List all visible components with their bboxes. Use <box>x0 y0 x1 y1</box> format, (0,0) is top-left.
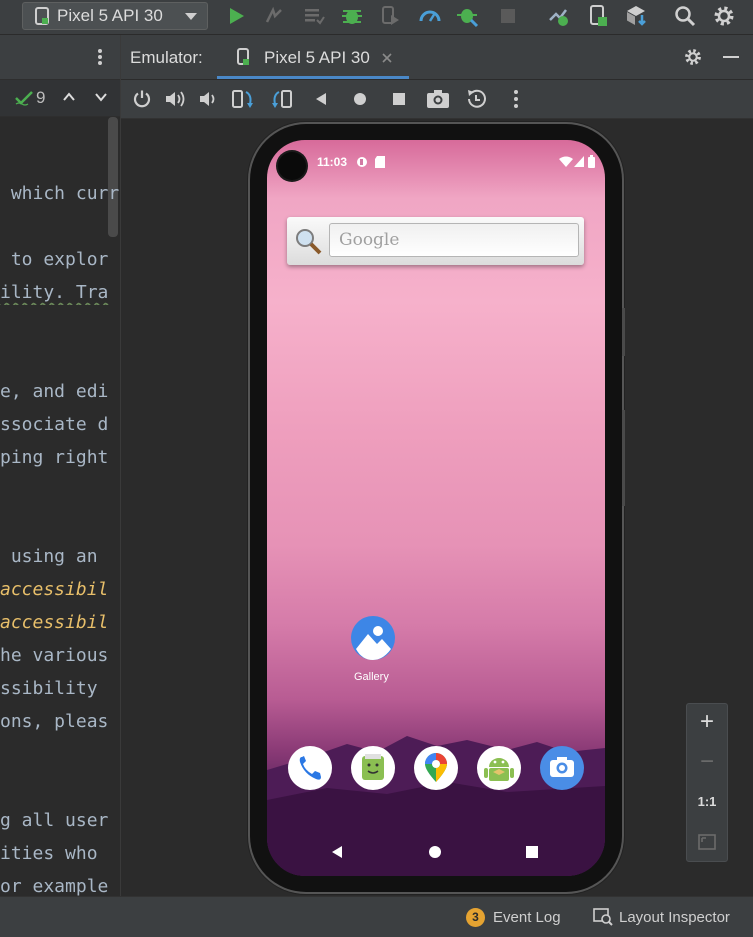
attach-debugger-icon[interactable] <box>378 4 402 28</box>
device-icon <box>35 7 49 25</box>
code-line: ssociate d <box>0 414 109 435</box>
tab-pixel-5[interactable]: Pixel 5 API 30 <box>217 35 409 79</box>
search-input[interactable]: Google <box>329 223 579 257</box>
code-line: g all user <box>0 810 109 831</box>
search-icon <box>296 229 322 255</box>
editor-scrollbar[interactable] <box>108 117 118 237</box>
check-icon <box>15 91 33 106</box>
code-line: ities who <box>0 843 98 864</box>
home-icon[interactable] <box>353 92 367 106</box>
apply-code-icon[interactable] <box>302 4 326 28</box>
zoom-controls: + − 1:1 <box>686 703 728 862</box>
code-line: ility. Tra <box>0 282 109 303</box>
profiler-icon[interactable] <box>418 4 442 28</box>
emulator-controls <box>121 80 753 119</box>
main-toolbar: Pixel 5 API 30 <box>0 0 753 35</box>
event-log-button[interactable]: 3 Event Log <box>466 905 561 929</box>
find-bar: 9 <box>0 80 120 117</box>
sdk-manager-icon[interactable] <box>624 4 648 28</box>
gallery-label: Gallery <box>354 671 389 683</box>
wifi-icon <box>559 156 573 167</box>
chevron-down-icon <box>185 13 197 20</box>
nav-back-icon[interactable] <box>330 845 344 859</box>
editor-panel: 9 which curr to explor ility. Tra e, and… <box>0 35 121 897</box>
snapshot-icon[interactable] <box>465 88 487 110</box>
zoom-actual-size-button[interactable]: 1:1 <box>687 794 727 809</box>
chevron-up-icon[interactable] <box>62 91 76 103</box>
code-line: ping right <box>0 447 109 468</box>
camera-app-icon[interactable] <box>539 745 585 791</box>
code-line: ssibility <box>0 678 98 699</box>
debug-app-icon[interactable] <box>456 4 480 28</box>
code-line: to explor <box>0 249 109 270</box>
messages-app-icon[interactable] <box>350 745 396 791</box>
event-count-badge: 3 <box>466 907 485 927</box>
search-icon[interactable] <box>673 4 697 28</box>
device-selector-label: Pixel 5 API 30 <box>57 6 163 25</box>
nav-overview-icon[interactable] <box>525 845 539 859</box>
power-icon[interactable] <box>132 89 152 109</box>
side-button <box>622 308 625 356</box>
event-log-label: Event Log <box>493 908 561 926</box>
debug-icon[interactable] <box>340 4 364 28</box>
notification-icon <box>357 157 367 167</box>
code-line: which curr <box>0 183 120 204</box>
status-time: 11:03 <box>317 155 348 169</box>
phone-app-icon[interactable] <box>287 745 333 791</box>
maps-app-icon[interactable] <box>413 745 459 791</box>
device-icon <box>237 48 249 65</box>
device-selector[interactable]: Pixel 5 API 30 <box>22 2 208 30</box>
chevron-down-icon[interactable] <box>94 91 108 103</box>
device-manager-icon[interactable] <box>586 4 610 28</box>
emulator-header: Emulator: Pixel 5 API 30 <box>121 35 753 80</box>
sync-icon[interactable] <box>546 4 570 28</box>
settings-icon[interactable] <box>712 4 736 28</box>
signal-icon <box>574 156 584 167</box>
code-line: ons, pleas <box>0 711 109 732</box>
zoom-in-button[interactable]: + <box>687 708 727 736</box>
match-count: 9 <box>36 88 46 107</box>
phone-screen[interactable]: 11:03 Google Gallery <box>267 140 605 876</box>
code-line: using an <box>0 546 98 567</box>
volume-down-icon[interactable] <box>198 89 218 109</box>
volume-up-icon[interactable] <box>164 89 186 109</box>
apply-changes-icon[interactable] <box>262 4 286 28</box>
stop-icon[interactable] <box>496 4 520 28</box>
screenshot-icon[interactable] <box>426 89 450 109</box>
battery-icon <box>588 155 595 168</box>
camera-punch-hole <box>278 152 306 180</box>
gallery-app-icon[interactable] <box>350 615 396 661</box>
back-icon[interactable] <box>314 92 328 106</box>
rotate-right-icon[interactable] <box>270 88 294 110</box>
layout-inspector-icon <box>593 908 613 926</box>
editor-header <box>0 35 120 80</box>
code-line: he various <box>0 645 109 666</box>
ide-status-bar: 3 Event Log Layout Inspector <box>0 896 753 937</box>
code-line-highlight: accessibil <box>0 612 109 633</box>
search-placeholder: Google <box>339 230 400 250</box>
overview-icon[interactable] <box>392 92 406 106</box>
fit-screen-icon[interactable] <box>698 834 716 850</box>
layout-inspector-button[interactable]: Layout Inspector <box>593 905 730 929</box>
layout-inspector-label: Layout Inspector <box>619 908 730 926</box>
run-icon[interactable] <box>224 4 248 28</box>
volume-rocker <box>622 410 625 506</box>
settings-icon[interactable] <box>683 47 703 67</box>
emulator-label: Emulator: <box>130 48 203 67</box>
android-app-icon[interactable] <box>476 745 522 791</box>
zoom-out-button[interactable]: − <box>687 748 727 776</box>
nav-home-icon[interactable] <box>428 845 442 859</box>
more-icon[interactable] <box>512 89 520 109</box>
sd-card-icon <box>375 156 385 168</box>
close-icon[interactable] <box>381 52 393 64</box>
code-line: e, and edi <box>0 381 109 402</box>
tab-title: Pixel 5 API 30 <box>264 48 370 67</box>
minimize-icon[interactable] <box>723 55 739 59</box>
google-search-widget[interactable]: Google <box>287 217 584 265</box>
rotate-left-icon[interactable] <box>231 88 255 110</box>
code-line-highlight: accessibil <box>0 579 109 600</box>
more-vertical-icon[interactable] <box>96 47 104 67</box>
